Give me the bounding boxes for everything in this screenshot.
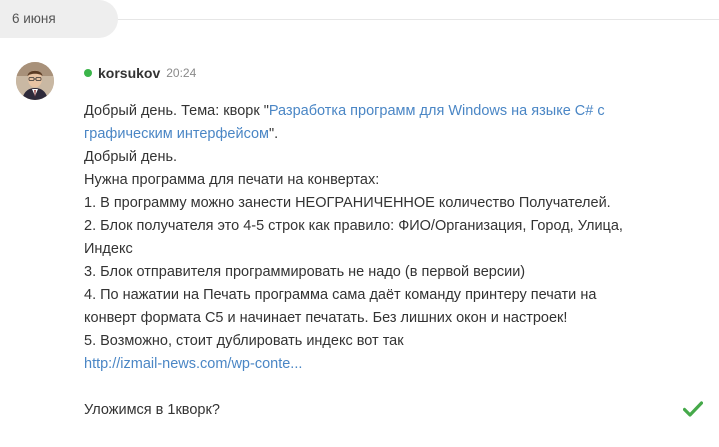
date-divider: 6 июня [0, 0, 719, 38]
avatar[interactable] [16, 62, 54, 100]
message-line: графическим интерфейсом". [84, 123, 684, 146]
online-status-icon [84, 69, 92, 77]
message-header: korsukov 20:24 [84, 63, 196, 83]
message-line: 5. Возможно, стоит дублировать индекс во… [84, 333, 404, 349]
date-label: 6 июня [0, 0, 118, 38]
external-link[interactable]: http://izmail-news.com/wp-conte... [84, 356, 302, 372]
message-line: Уложимся в 1кворк? [84, 402, 220, 418]
message-line: http://izmail-news.com/wp-conte... [84, 353, 684, 376]
avatar-image [16, 62, 54, 100]
message-line: 2. Блок получателя это 4-5 строк как пра… [84, 218, 623, 234]
topic-link-continued[interactable]: графическим интерфейсом [84, 126, 269, 142]
message-line: Добрый день. Тема: кворк "Разработка про… [84, 100, 684, 123]
message-body: Добрый день. Тема: кворк "Разработка про… [84, 100, 684, 422]
topic-link[interactable]: Разработка программ для Windows на языке… [269, 103, 605, 119]
message-line: Нужна программа для печати на конвертах: [84, 172, 380, 188]
message-text: Добрый день. Тема: кворк " [84, 103, 269, 119]
message-line: Индекс [84, 241, 133, 257]
message-line: конверт формата С5 и начинает печатать. … [84, 310, 568, 326]
message-time: 20:24 [166, 66, 197, 80]
message-line: 3. Блок отправителя программировать не н… [84, 264, 526, 280]
message-line: 4. По нажатии на Печать программа сама д… [84, 287, 597, 303]
author-name[interactable]: korsukov [98, 65, 160, 81]
message-line: Добрый день. [84, 149, 178, 165]
message-text: ". [269, 126, 279, 142]
message-line: 1. В программу можно занести НЕОГРАНИЧЕН… [84, 195, 611, 211]
check-icon [683, 401, 703, 417]
